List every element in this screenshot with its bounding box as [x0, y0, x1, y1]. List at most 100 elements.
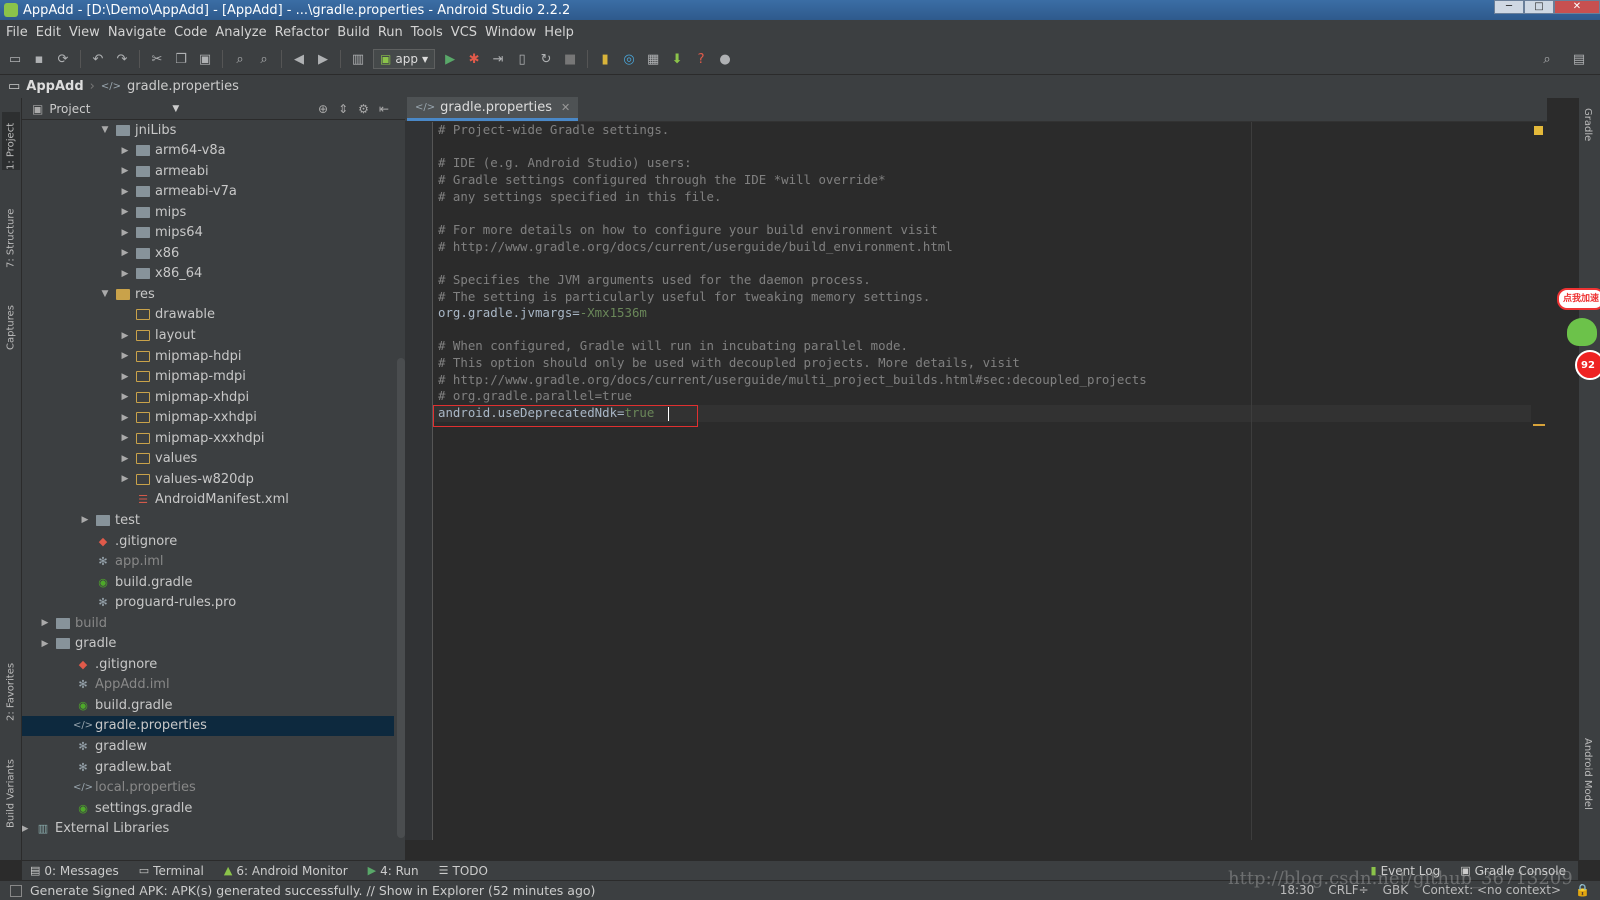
tree-item[interactable]: ▶✻gradlew	[58, 737, 147, 757]
status-message[interactable]: Generate Signed APK: APK(s) generated su…	[30, 883, 595, 898]
tree-item[interactable]: ▶✻proguard-rules.pro	[78, 593, 236, 613]
tree-item[interactable]: ▶ mips	[118, 202, 187, 222]
tree-item[interactable]: ▶ layout	[118, 326, 196, 346]
tree-item[interactable]: ▶ arm64-v8a	[118, 141, 226, 161]
open-folder-icon[interactable]: ▭	[6, 50, 24, 68]
maximize-button[interactable]: □	[1524, 0, 1554, 14]
project-tool-tab[interactable]: 1: Project	[2, 112, 20, 170]
toggle-tool-windows-icon[interactable]	[10, 884, 22, 897]
gradle-tool-tab[interactable]: Gradle	[1582, 108, 1593, 141]
tree-item[interactable]: ▶ mipmap-hdpi	[118, 346, 242, 366]
collapsed-arrow-icon[interactable]: ▶	[118, 207, 132, 217]
tree-item[interactable]: ▶◉build.gradle	[78, 572, 192, 592]
speedup-bubble[interactable]: 点我加速	[1557, 288, 1600, 310]
android-monitor-tool-button[interactable]: ▲ 6: Android Monitor	[216, 864, 360, 878]
messages-tool-button[interactable]: ▤ 0: Messages	[22, 864, 131, 878]
breadcrumb-file[interactable]: gradle.properties	[127, 79, 239, 94]
collapsed-arrow-icon[interactable]: ▶	[118, 228, 132, 238]
tree-item[interactable]: ▶✻app.iml	[78, 552, 163, 572]
collapsed-arrow-icon[interactable]: ▶	[118, 392, 132, 402]
menu-vcs[interactable]: VCS	[449, 25, 483, 40]
collapsed-arrow-icon[interactable]: ▶	[118, 269, 132, 279]
collapsed-arrow-icon[interactable]: ▶	[118, 248, 132, 258]
menu-view[interactable]: View	[67, 25, 106, 40]
context-indicator[interactable]: Context: <no context>	[1422, 883, 1561, 897]
undo-icon[interactable]: ↶	[89, 50, 107, 68]
todo-tool-button[interactable]: ☰ TODO	[431, 864, 500, 878]
tree-item[interactable]: ▶ ▥ External Libraries	[22, 819, 169, 839]
collapsed-arrow-icon[interactable]: ▶	[118, 351, 132, 361]
close-button[interactable]: ✕	[1554, 0, 1600, 14]
menu-code[interactable]: Code	[172, 25, 213, 40]
file-encoding[interactable]: GBK	[1383, 883, 1408, 897]
tree-item[interactable]: ▶ mipmap-xhdpi	[118, 387, 250, 407]
menu-run[interactable]: Run	[376, 25, 409, 40]
tree-item[interactable]: ▶ armeabi	[118, 161, 209, 181]
collapsed-arrow-icon[interactable]: ▶	[118, 187, 132, 197]
tree-item[interactable]: ▶◆.gitignore	[58, 654, 157, 674]
favorites-tool-tab[interactable]: 2: Favorites	[2, 653, 20, 721]
attach-debugger-icon[interactable]: ⇥	[489, 50, 507, 68]
tree-item[interactable]: ▶ armeabi-v7a	[118, 182, 237, 202]
tree-item[interactable]: ▶ x86	[118, 243, 180, 263]
menu-window[interactable]: Window	[483, 25, 542, 40]
structure-tool-tab[interactable]: 7: Structure	[2, 198, 20, 268]
sync-gradle-icon[interactable]: ◎	[620, 50, 638, 68]
tree-item[interactable]: ▶ x86_64	[118, 264, 203, 284]
help-icon[interactable]: ?	[692, 50, 710, 68]
tree-item[interactable]: ▶</>local.properties	[58, 778, 196, 798]
minimize-button[interactable]: ─	[1494, 0, 1524, 14]
expanded-arrow-icon[interactable]: ▼	[98, 125, 112, 135]
run-config-select[interactable]: ▣ app ▼	[373, 49, 436, 69]
project-structure-icon[interactable]: ▦	[644, 50, 662, 68]
redo-icon[interactable]: ↷	[113, 50, 131, 68]
collapsed-arrow-icon[interactable]: ▶	[118, 454, 132, 464]
rerun-icon[interactable]: ↻	[537, 50, 555, 68]
stripe-marker[interactable]	[1533, 424, 1545, 426]
tree-item[interactable]: ▶ mipmap-xxxhdpi	[118, 428, 265, 448]
sync-icon[interactable]: ⟳	[54, 50, 72, 68]
line-separator[interactable]: CRLF÷	[1328, 883, 1368, 897]
menu-tools[interactable]: Tools	[409, 25, 449, 40]
collapsed-arrow-icon[interactable]: ▶	[118, 166, 132, 176]
tree-item[interactable]: ▶◉settings.gradle	[58, 798, 192, 818]
cut-icon[interactable]: ✂	[148, 50, 166, 68]
chevron-down-icon[interactable]: ▼	[172, 104, 179, 114]
tree-item[interactable]: ▶✻AppAdd.iml	[58, 675, 169, 695]
caret-position[interactable]: 18:30	[1280, 883, 1315, 897]
lock-icon[interactable]: 🔒	[1575, 883, 1590, 897]
collapsed-arrow-icon[interactable]: ▶	[118, 372, 132, 382]
menu-build[interactable]: Build	[335, 25, 376, 40]
tree-item[interactable]: ▶ mipmap-mdpi	[118, 367, 246, 387]
save-all-icon[interactable]: ▪	[30, 50, 48, 68]
tree-item[interactable]: ▶✻gradlew.bat	[58, 757, 171, 777]
tree-item[interactable]: ▶ mips64	[118, 223, 203, 243]
collapsed-arrow-icon[interactable]: ▶	[118, 331, 132, 341]
breadcrumb-project[interactable]: AppAdd	[26, 79, 83, 94]
event-log-tool-button[interactable]: ▮ Event Log	[1363, 864, 1453, 878]
tree-item[interactable]: ▶ values-w820dp	[118, 469, 254, 489]
floating-speed-widget[interactable]: 点我加速 92	[1557, 288, 1600, 398]
warning-indicator-icon[interactable]	[1534, 126, 1543, 135]
scroll-from-source-icon[interactable]: ⊕	[318, 102, 328, 116]
collapsed-arrow-icon[interactable]: ▶	[118, 433, 132, 443]
tree-item[interactable]: ▶ test	[78, 510, 140, 530]
expanded-arrow-icon[interactable]: ▼	[98, 289, 112, 299]
layout-icon[interactable]: ▤	[1570, 50, 1588, 68]
menu-file[interactable]: File	[4, 25, 34, 40]
close-tab-icon[interactable]: ✕	[561, 101, 570, 114]
stop-icon[interactable]: ■	[561, 50, 579, 68]
collapsed-arrow-icon[interactable]: ▶	[118, 146, 132, 156]
tree-item[interactable]: ▶ mipmap-xxhdpi	[118, 408, 257, 428]
tree-item[interactable]: ▼ jniLibs	[98, 120, 177, 140]
project-view-label[interactable]: Project	[49, 102, 90, 116]
find-icon[interactable]: ⌕	[231, 50, 249, 68]
tree-item[interactable]: ▶◉build.gradle	[58, 695, 172, 715]
android-device-monitor-icon[interactable]: ●	[716, 50, 734, 68]
tree-item[interactable]: ▶</>gradle.properties	[22, 715, 394, 736]
apply-changes-icon[interactable]: ▯	[513, 50, 531, 68]
tree-item[interactable]: ▼ res	[98, 284, 155, 304]
captures-tool-tab[interactable]: Captures	[2, 290, 20, 350]
widget-percent-ball[interactable]: 92	[1575, 350, 1600, 380]
collapsed-arrow-icon[interactable]: ▶	[78, 515, 92, 525]
